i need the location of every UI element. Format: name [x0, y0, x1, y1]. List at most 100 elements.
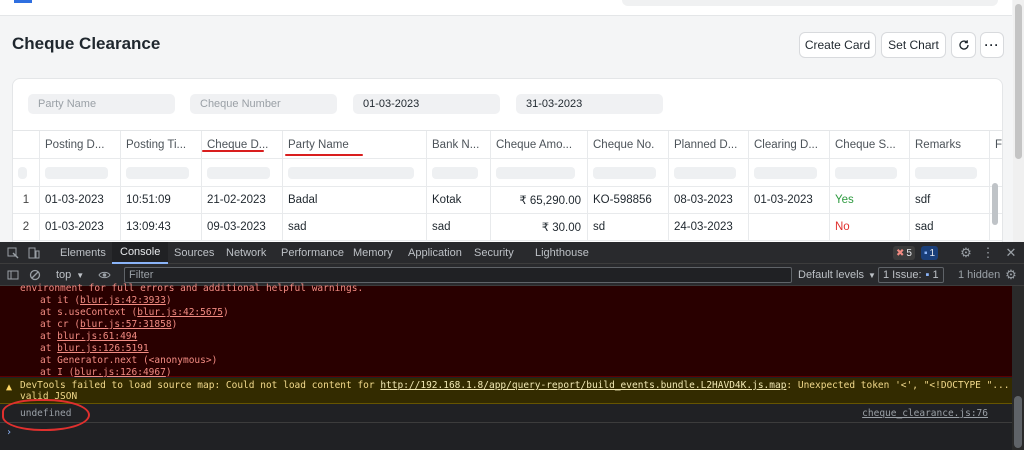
- bank-name-cell[interactable]: sad: [427, 214, 491, 240]
- column-header[interactable]: Posting D...: [40, 131, 121, 158]
- issues-button[interactable]: 1 Issue: ▪ 1: [878, 267, 944, 283]
- set-chart-button[interactable]: Set Chart: [881, 32, 946, 58]
- cheque-no-cell[interactable]: KO-598856: [588, 187, 669, 213]
- clearing-date-cell[interactable]: 01-03-2023: [749, 187, 830, 213]
- party-name-filter[interactable]: Party Name: [28, 94, 175, 114]
- cheque-status-cell[interactable]: No: [830, 214, 910, 240]
- cheque-amount-cell[interactable]: ₹ 65,290.00: [491, 187, 588, 213]
- create-card-button[interactable]: Create Card: [799, 32, 876, 58]
- settings-gear-icon[interactable]: ⚙: [958, 245, 974, 261]
- warning-message[interactable]: ▲ DevTools failed to load source map: Co…: [0, 378, 1024, 404]
- column-header[interactable]: Planned D...: [669, 131, 749, 158]
- stack-frame-link[interactable]: blur.js:61:494: [57, 331, 137, 342]
- stack-frame-link[interactable]: blur.js:126:4967: [74, 367, 166, 378]
- bank-name-cell[interactable]: Kotak: [427, 187, 491, 213]
- planned-date-cell[interactable]: 24-03-2023: [669, 214, 749, 240]
- cheque-amount-cell[interactable]: ₹ 30.00: [491, 214, 588, 240]
- cheque-date-cell[interactable]: 09-03-2023: [202, 214, 283, 240]
- stack-frame-link[interactable]: blur.js:126:5191: [57, 343, 149, 354]
- console-settings-gear-icon[interactable]: ⚙: [1003, 267, 1019, 283]
- column-filter-input[interactable]: [432, 166, 478, 179]
- row-number: 1: [13, 187, 40, 213]
- column-filter-input[interactable]: [18, 166, 27, 179]
- close-devtools-icon[interactable]: ✕: [1003, 245, 1019, 261]
- stack-frame-link[interactable]: blur.js:42:3933: [80, 295, 166, 306]
- to-date-filter[interactable]: 31-03-2023: [516, 94, 663, 114]
- console-prompt-icon[interactable]: ›: [6, 427, 12, 438]
- column-filter-input[interactable]: [288, 166, 414, 179]
- column-header[interactable]: Clearing D...: [749, 131, 830, 158]
- posting-date-cell[interactable]: 01-03-2023: [40, 187, 121, 213]
- cheque-no-cell[interactable]: sd: [588, 214, 669, 240]
- more-menu-icon[interactable]: ⋮: [980, 245, 996, 261]
- column-header[interactable]: Cheque Amo...: [491, 131, 588, 158]
- tab-sources[interactable]: Sources: [174, 242, 214, 264]
- console-scrollbar[interactable]: [1012, 286, 1024, 450]
- source-map-link[interactable]: http://192.168.1.8/app/query-report/buil…: [380, 380, 786, 391]
- page-scrollbar[interactable]: [1013, 0, 1024, 242]
- column-filter-input[interactable]: [754, 166, 817, 179]
- column-filter-input[interactable]: [126, 166, 189, 179]
- posting-time-cell[interactable]: 10:51:09: [121, 187, 202, 213]
- column-filter-input[interactable]: [593, 166, 656, 179]
- console-filter-input[interactable]: Filter: [124, 267, 792, 283]
- party-name-cell[interactable]: sad: [283, 214, 427, 240]
- tab-network[interactable]: Network: [226, 242, 266, 264]
- refresh-button[interactable]: [951, 32, 976, 58]
- remarks-cell[interactable]: sdf: [910, 187, 990, 213]
- posting-time-cell[interactable]: 13:09:43: [121, 214, 202, 240]
- column-header[interactable]: Remarks: [910, 131, 990, 158]
- column-filter-input[interactable]: [835, 166, 897, 179]
- eye-icon[interactable]: [96, 267, 112, 283]
- remarks-cell[interactable]: sad: [910, 214, 990, 240]
- app-logo[interactable]: [14, 0, 32, 3]
- sidebar-toggle-icon[interactable]: [5, 267, 21, 283]
- column-filter-input[interactable]: [674, 166, 736, 179]
- inspect-element-icon[interactable]: [5, 245, 21, 261]
- page-scrollbar-thumb[interactable]: [1015, 4, 1022, 159]
- column-header[interactable]: Posting Ti...: [121, 131, 202, 158]
- party-name-cell[interactable]: Badal: [283, 187, 427, 213]
- column-header[interactable]: F: [990, 131, 1002, 158]
- error-message[interactable]: environment for full errors and addition…: [0, 283, 1012, 378]
- more-options-button[interactable]: ···: [980, 32, 1004, 58]
- global-search-input[interactable]: [622, 0, 998, 6]
- cheque-number-filter[interactable]: Cheque Number: [190, 94, 337, 114]
- filter-cell: [121, 159, 202, 186]
- tab-security[interactable]: Security: [474, 242, 514, 264]
- tab-console[interactable]: Console: [112, 242, 169, 264]
- tab-performance[interactable]: Performance: [281, 242, 344, 264]
- context-selector[interactable]: top ▼: [56, 267, 84, 283]
- tab-application[interactable]: Application: [408, 242, 462, 264]
- column-filter-input[interactable]: [45, 166, 108, 179]
- column-filter-input[interactable]: [207, 166, 270, 179]
- column-filter-input[interactable]: [496, 166, 575, 179]
- error-count-badge[interactable]: ✖ 5: [893, 246, 915, 260]
- cheque-status-cell[interactable]: Yes: [830, 187, 910, 213]
- column-header[interactable]: Cheque No.: [588, 131, 669, 158]
- table-row[interactable]: 2 01-03-2023 13:09:43 09-03-2023 sad sad…: [13, 214, 1002, 241]
- tab-lighthouse[interactable]: Lighthouse: [535, 242, 589, 264]
- stack-frame-text: at it (: [40, 295, 81, 306]
- message-count-badge[interactable]: ▪ 1: [921, 246, 939, 260]
- column-header[interactable]: Cheque S...: [830, 131, 910, 158]
- from-date-filter[interactable]: 01-03-2023: [353, 94, 500, 114]
- stack-frame-link[interactable]: blur.js:57:31858: [80, 319, 172, 330]
- table-scrollbar[interactable]: [992, 183, 998, 225]
- clearing-date-cell[interactable]: [749, 214, 830, 240]
- clear-console-icon[interactable]: [27, 267, 43, 283]
- column-filter-input[interactable]: [915, 166, 977, 179]
- device-toolbar-icon[interactable]: [26, 245, 42, 261]
- console-scrollbar-thumb[interactable]: [1014, 396, 1022, 448]
- log-levels-dropdown[interactable]: Default levels ▼: [798, 267, 876, 283]
- tab-elements[interactable]: Elements: [60, 242, 106, 264]
- table-row[interactable]: 1 01-03-2023 10:51:09 21-02-2023 Badal K…: [13, 187, 1002, 214]
- posting-date-cell[interactable]: 01-03-2023: [40, 214, 121, 240]
- cheque-date-cell[interactable]: 21-02-2023: [202, 187, 283, 213]
- result-source-link[interactable]: cheque_clearance.js:76: [862, 408, 988, 419]
- tab-memory[interactable]: Memory: [353, 242, 393, 264]
- column-header[interactable]: Cheque D...: [202, 131, 283, 158]
- column-header[interactable]: Bank N...: [427, 131, 491, 158]
- stack-frame-link[interactable]: blur.js:42:5675: [137, 307, 223, 318]
- planned-date-cell[interactable]: 08-03-2023: [669, 187, 749, 213]
